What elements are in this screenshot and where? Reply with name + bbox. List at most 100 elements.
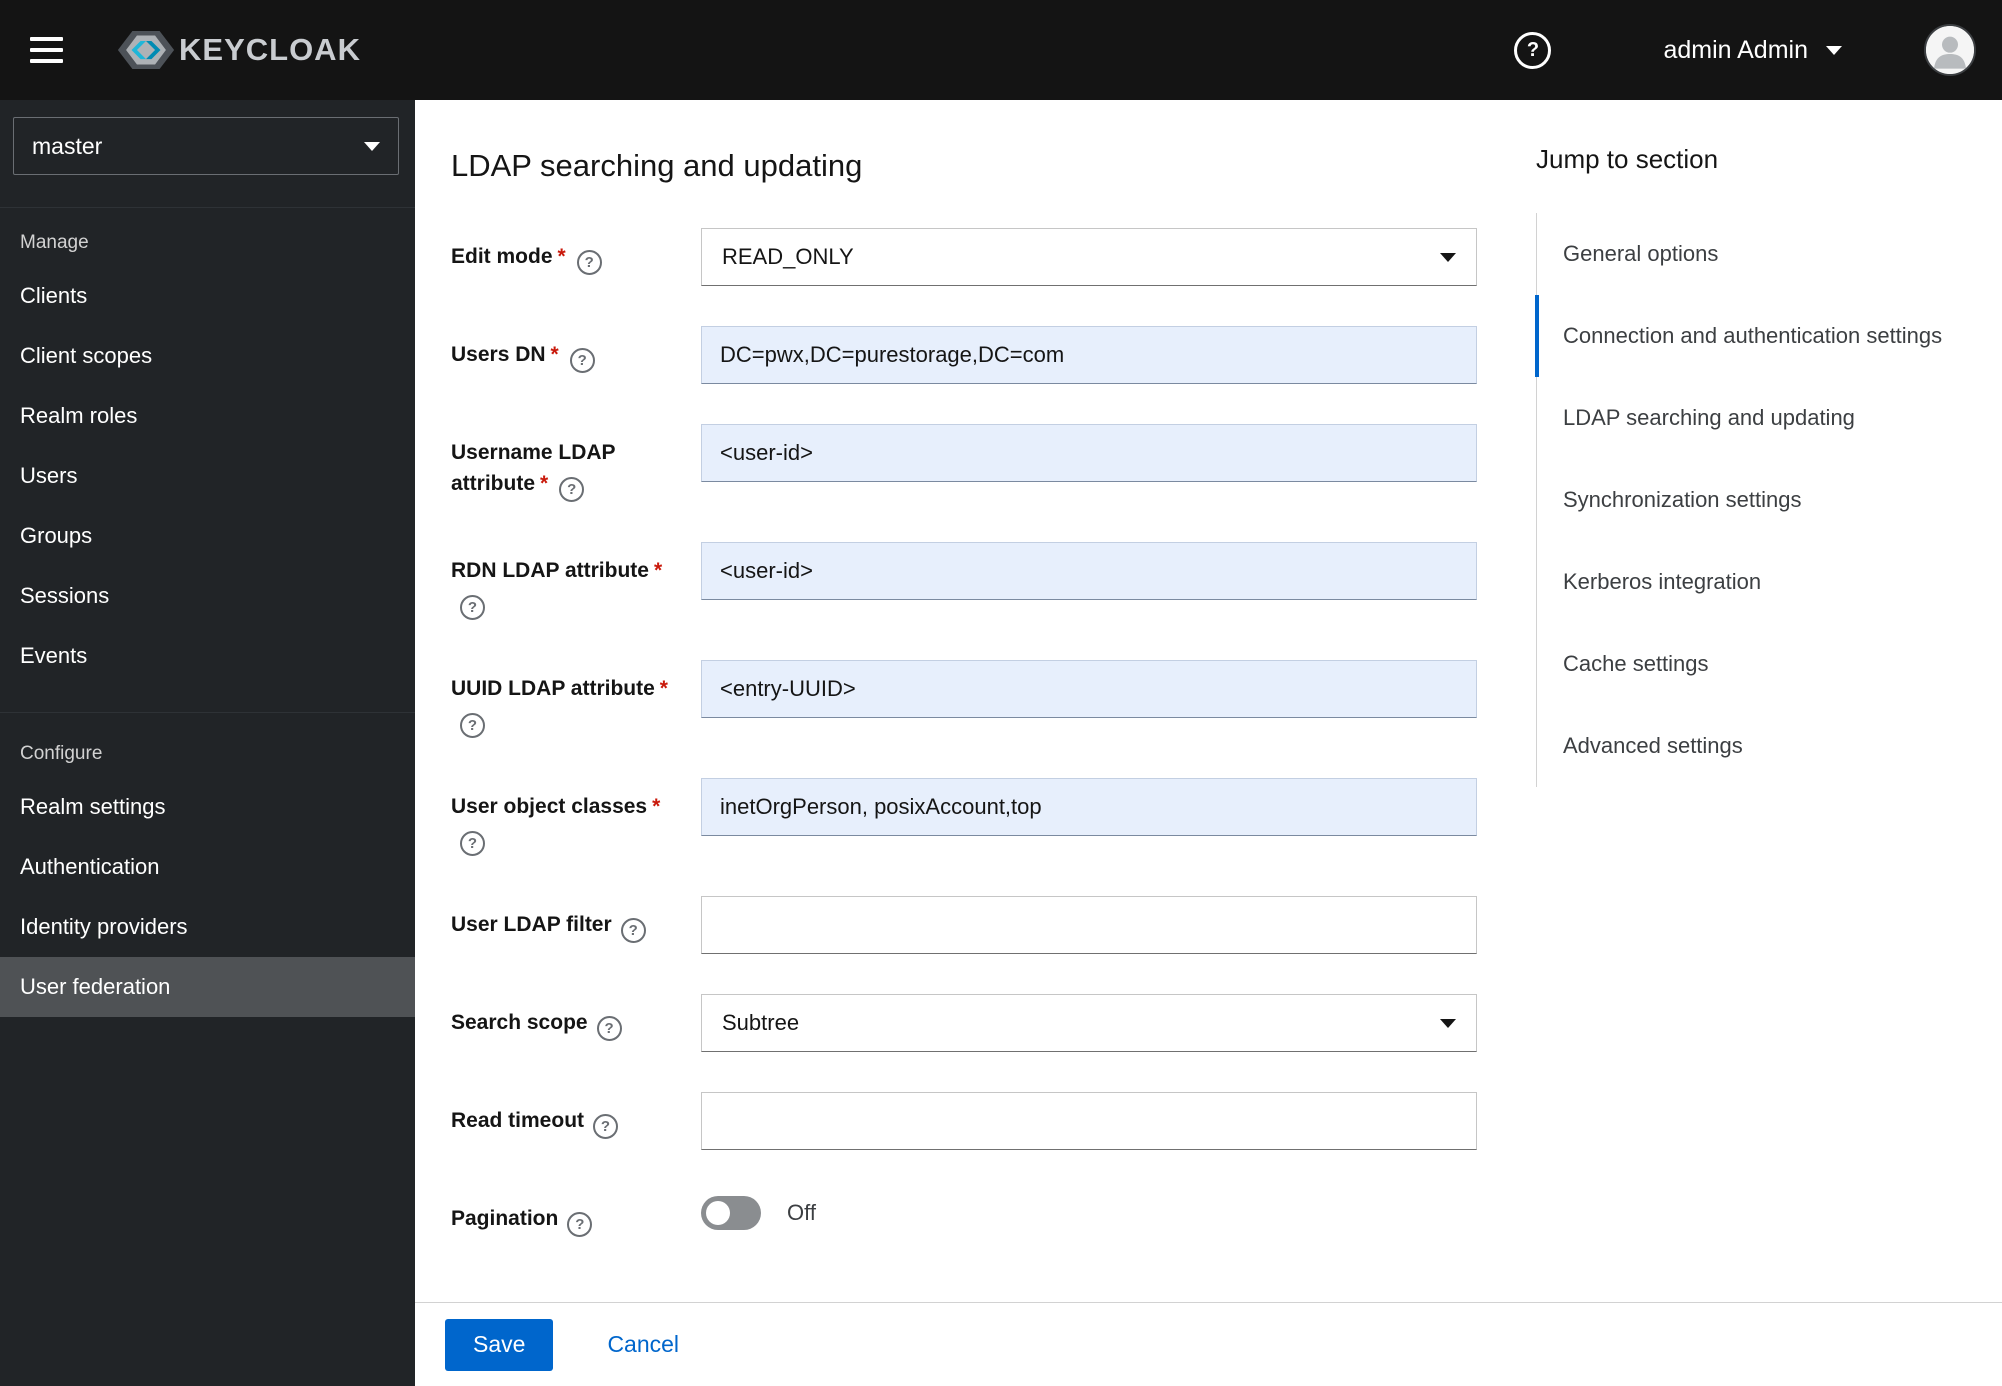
masthead: KEYCLOAK admin Admin	[0, 0, 2002, 100]
help-icon[interactable]	[620, 918, 646, 943]
field-row-read-timeout: Read timeout	[451, 1092, 1536, 1150]
field-label: RDN LDAP attribute	[451, 559, 649, 582]
sidebar-item-identity-providers[interactable]: Identity providers	[0, 897, 415, 957]
field-row-rdn-ldap-attribute: RDN LDAP attribute *	[451, 542, 1536, 620]
field-label-group: Username LDAP attribute *	[451, 424, 701, 502]
field-label-group: User object classes *	[451, 778, 701, 856]
field-label: Search scope	[451, 1011, 588, 1034]
realm-selector[interactable]: master	[13, 117, 399, 175]
jump-item-ldap-searching[interactable]: LDAP searching and updating	[1537, 377, 1962, 459]
user-menu[interactable]: admin Admin	[1663, 36, 1842, 65]
field-label-group: Pagination	[451, 1190, 701, 1237]
jump-item-advanced[interactable]: Advanced settings	[1537, 705, 1962, 787]
field-row-users-dn: Users DN *	[451, 326, 1536, 384]
form-area: LDAP searching and updating Edit mode* R…	[415, 100, 1536, 1302]
field-label-group: UUID LDAP attribute *	[451, 660, 701, 738]
brand-text: KEYCLOAK	[179, 32, 361, 67]
field-label-group: User LDAP filter	[451, 896, 701, 954]
chevron-down-icon	[1440, 1018, 1456, 1028]
field-label: User object classes	[451, 795, 648, 818]
read-timeout-input[interactable]	[701, 1092, 1477, 1150]
main-content: LDAP searching and updating Edit mode* R…	[415, 100, 2002, 1386]
help-icon[interactable]	[596, 1016, 622, 1041]
help-icon[interactable]	[567, 1212, 593, 1237]
rdn-ldap-attribute-input[interactable]	[701, 542, 1477, 600]
field-row-search-scope: Search scope Subtree	[451, 994, 1536, 1052]
chevron-down-icon	[364, 141, 380, 151]
page-title: LDAP searching and updating	[451, 148, 863, 183]
avatar-person-icon	[1926, 26, 1974, 74]
jump-title: Jump to section	[1536, 144, 1719, 174]
nav-section-manage: Manage Clients Client scopes Realm roles…	[0, 207, 415, 686]
sidebar-item-clients[interactable]: Clients	[0, 266, 415, 326]
ldap-settings-form: Edit mode* READ_ONLY Users DN*	[451, 228, 1536, 1237]
field-label-group: Search scope	[451, 994, 701, 1052]
jump-list: General options Connection and authentic…	[1535, 213, 1962, 787]
field-label-group: Edit mode *	[451, 228, 701, 286]
avatar[interactable]	[1924, 24, 1976, 76]
jump-panel: Jump to section General options Connecti…	[1535, 100, 2002, 1302]
field-label-group: Users DN *	[451, 326, 701, 384]
nav-toggle-button[interactable]	[20, 27, 73, 73]
user-name: admin Admin	[1663, 35, 1808, 64]
help-icon[interactable]	[1514, 31, 1552, 69]
required-asterisk: *	[659, 677, 668, 700]
help-icon[interactable]	[460, 713, 485, 738]
help-icon[interactable]	[460, 595, 485, 620]
help-icon[interactable]	[559, 477, 585, 502]
jump-item-general-options[interactable]: General options	[1537, 213, 1962, 295]
field-row-user-object-classes: User object classes *	[451, 778, 1536, 856]
keycloak-logo[interactable]: KEYCLOAK	[117, 30, 361, 70]
jump-item-cache[interactable]: Cache settings	[1537, 623, 1962, 705]
field-label: Users DN	[451, 343, 546, 366]
required-asterisk: *	[550, 343, 559, 366]
field-label: Pagination	[451, 1207, 559, 1230]
sidebar-item-realm-settings[interactable]: Realm settings	[0, 777, 415, 837]
chevron-down-icon	[1440, 252, 1456, 262]
masthead-toolbar: admin Admin	[1514, 24, 1976, 76]
form-actions: Save Cancel	[415, 1302, 2002, 1386]
jump-item-synchronization[interactable]: Synchronization settings	[1537, 459, 1962, 541]
select-value: Subtree	[722, 1010, 800, 1035]
jump-item-kerberos[interactable]: Kerberos integration	[1537, 541, 1962, 623]
sidebar-item-sessions[interactable]: Sessions	[0, 566, 415, 626]
sidebar-item-users[interactable]: Users	[0, 446, 415, 506]
field-label: UUID LDAP attribute	[451, 677, 655, 700]
field-row-username-ldap-attribute: Username LDAP attribute *	[451, 424, 1536, 502]
required-asterisk: *	[540, 472, 549, 495]
edit-mode-select[interactable]: READ_ONLY	[701, 228, 1477, 286]
search-scope-select[interactable]: Subtree	[701, 994, 1477, 1052]
help-icon[interactable]	[576, 250, 602, 275]
field-row-pagination: Pagination Off	[451, 1190, 1536, 1237]
user-object-classes-input[interactable]	[701, 778, 1477, 836]
save-button[interactable]: Save	[445, 1318, 554, 1371]
jump-item-connection-authentication[interactable]: Connection and authentication settings	[1535, 295, 1962, 377]
user-ldap-filter-input[interactable]	[701, 896, 1477, 954]
sidebar-item-groups[interactable]: Groups	[0, 506, 415, 566]
field-row-uuid-ldap-attribute: UUID LDAP attribute *	[451, 660, 1536, 738]
sidebar-item-client-scopes[interactable]: Client scopes	[0, 326, 415, 386]
help-icon[interactable]	[460, 831, 485, 856]
sidebar-item-realm-roles[interactable]: Realm roles	[0, 386, 415, 446]
pagination-toggle[interactable]	[701, 1196, 761, 1230]
sidebar-item-authentication[interactable]: Authentication	[0, 837, 415, 897]
field-label: Read timeout	[451, 1109, 585, 1132]
username-ldap-attribute-input[interactable]	[701, 424, 1477, 482]
keycloak-logo-icon	[117, 30, 175, 70]
field-row-edit-mode: Edit mode* READ_ONLY	[451, 228, 1536, 286]
users-dn-input[interactable]	[701, 326, 1477, 384]
required-asterisk: *	[557, 245, 566, 268]
select-value: READ_ONLY	[722, 244, 854, 269]
realm-name: master	[32, 132, 103, 159]
sidebar: master Manage Clients Client scopes Real…	[0, 100, 415, 1386]
chevron-down-icon	[1826, 45, 1842, 55]
nav-section-label-manage: Manage	[20, 232, 89, 253]
sidebar-item-events[interactable]: Events	[0, 626, 415, 686]
uuid-ldap-attribute-input[interactable]	[701, 660, 1477, 718]
help-icon[interactable]	[569, 348, 595, 373]
sidebar-item-user-federation[interactable]: User federation	[0, 957, 415, 1017]
nav-section-configure: Configure Realm settings Authentication …	[0, 712, 415, 1017]
help-icon[interactable]	[593, 1114, 619, 1139]
cancel-button[interactable]: Cancel	[607, 1331, 679, 1358]
field-label: User LDAP filter	[451, 913, 612, 936]
